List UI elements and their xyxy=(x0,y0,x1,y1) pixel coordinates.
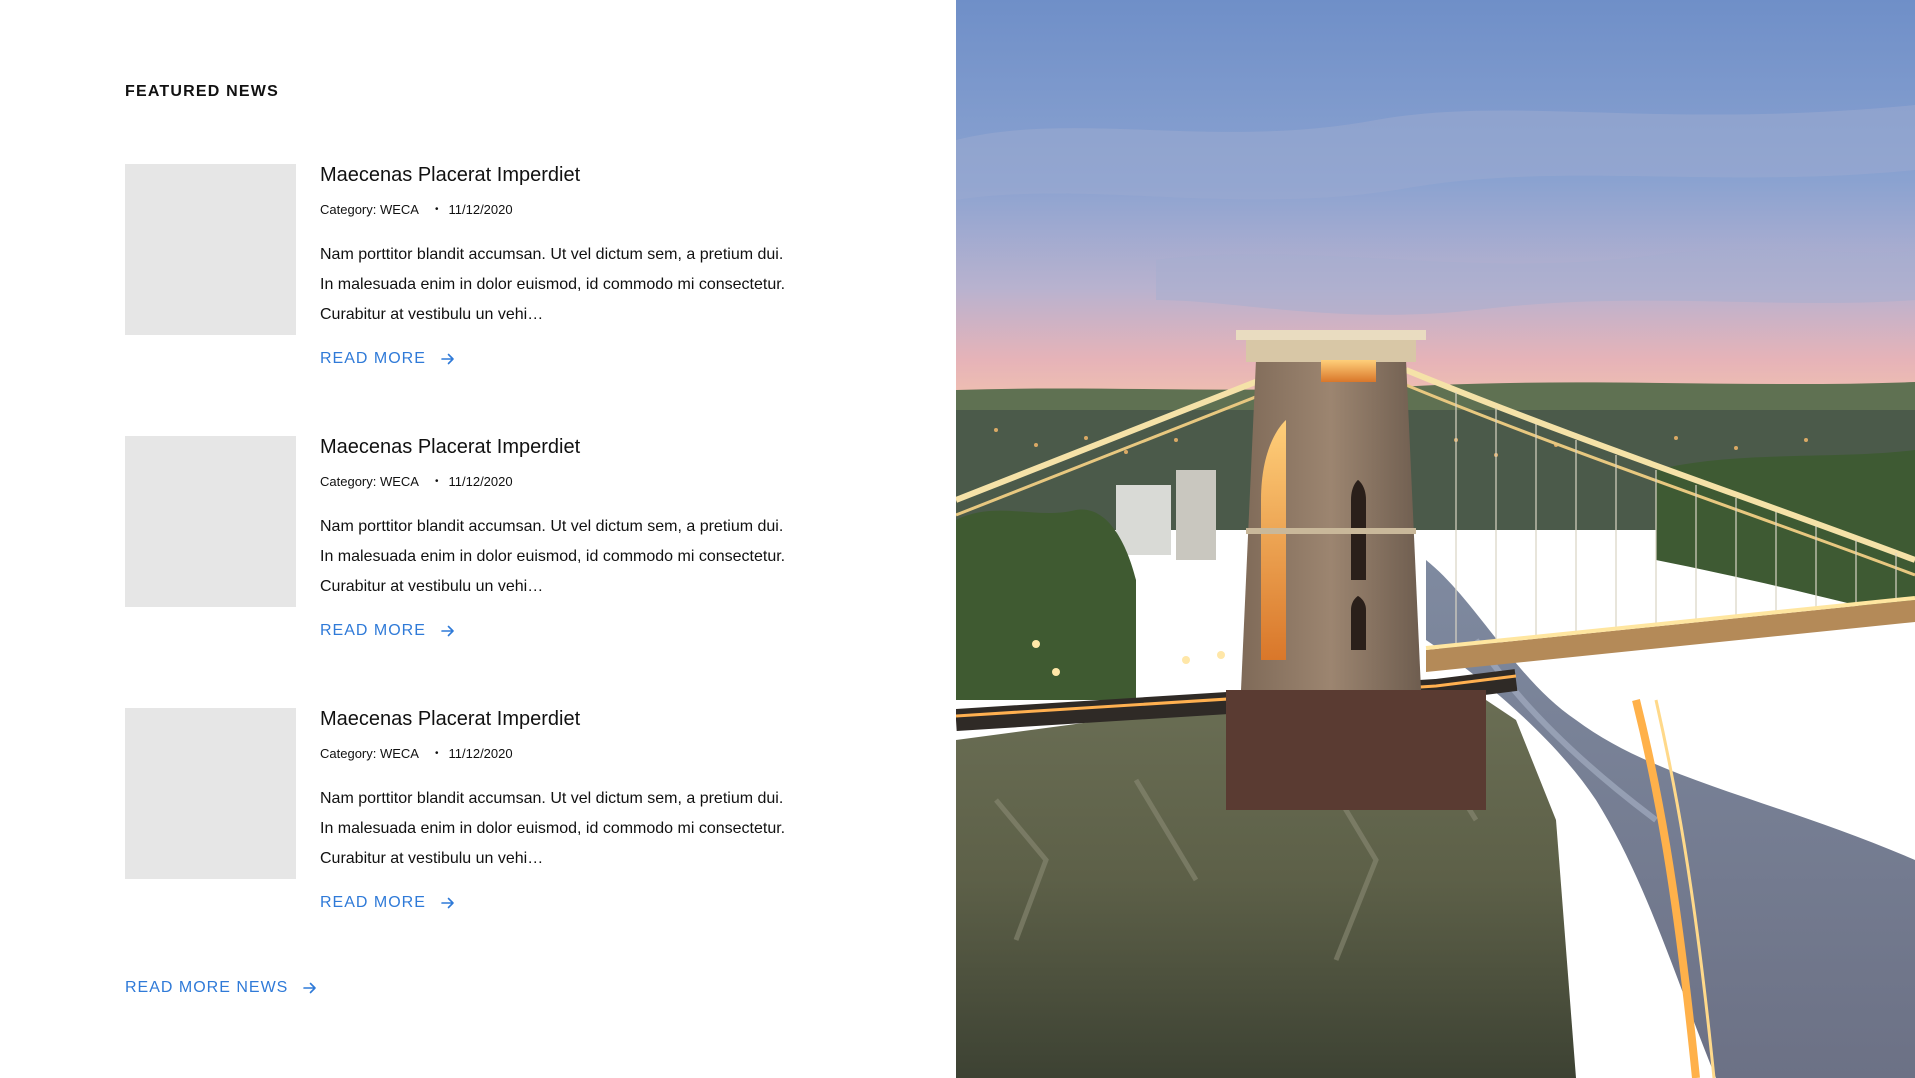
read-more-news-label: READ MORE NEWS xyxy=(125,979,289,996)
news-item: Maecenas Placerat Imperdiet Category: WE… xyxy=(125,708,825,948)
news-meta: Category: WECA • 11/12/2020 xyxy=(320,202,513,217)
arrow-right-icon xyxy=(303,982,317,994)
meta-separator: • xyxy=(434,203,439,215)
section-title: FEATURED NEWS xyxy=(125,83,279,100)
news-meta: Category: WECA • 11/12/2020 xyxy=(320,474,513,489)
news-thumbnail[interactable] xyxy=(125,164,296,335)
news-date: 11/12/2020 xyxy=(448,202,513,217)
news-date: 11/12/2020 xyxy=(448,474,513,489)
read-more-label: READ MORE xyxy=(320,350,426,367)
news-meta: Category: WECA • 11/12/2020 xyxy=(320,746,513,761)
arrow-right-icon xyxy=(441,897,454,909)
read-more-label: READ MORE xyxy=(320,894,426,911)
news-title[interactable]: Maecenas Placerat Imperdiet xyxy=(320,708,580,731)
arrow-right-icon xyxy=(441,353,454,365)
news-item: Maecenas Placerat Imperdiet Category: WE… xyxy=(125,436,825,676)
hero-image xyxy=(956,0,1915,1078)
arrow-right-icon xyxy=(441,625,454,637)
news-thumbnail[interactable] xyxy=(125,436,296,607)
bridge-photo xyxy=(956,0,1915,1078)
read-more-label: READ MORE xyxy=(320,622,426,639)
news-date: 11/12/2020 xyxy=(448,746,513,761)
read-more-link[interactable]: READ MORE xyxy=(320,894,456,912)
news-thumbnail[interactable] xyxy=(125,708,296,879)
news-title[interactable]: Maecenas Placerat Imperdiet xyxy=(320,164,580,187)
news-category: Category: WECA xyxy=(320,474,419,489)
news-excerpt: Nam porttitor blandit accumsan. Ut vel d… xyxy=(320,518,786,595)
news-item: Maecenas Placerat Imperdiet Category: WE… xyxy=(125,164,825,404)
meta-separator: • xyxy=(434,475,439,487)
meta-separator: • xyxy=(434,747,439,759)
news-excerpt: Nam porttitor blandit accumsan. Ut vel d… xyxy=(320,790,786,867)
news-category: Category: WECA xyxy=(320,746,419,761)
news-excerpt: Nam porttitor blandit accumsan. Ut vel d… xyxy=(320,246,786,323)
news-title[interactable]: Maecenas Placerat Imperdiet xyxy=(320,436,580,459)
read-more-link[interactable]: READ MORE xyxy=(320,350,456,368)
news-category: Category: WECA xyxy=(320,202,419,217)
read-more-news-link[interactable]: READ MORE NEWS xyxy=(125,979,318,997)
featured-news-panel: FEATURED NEWS Maecenas Placerat Imperdie… xyxy=(0,0,956,1078)
read-more-link[interactable]: READ MORE xyxy=(320,622,456,640)
